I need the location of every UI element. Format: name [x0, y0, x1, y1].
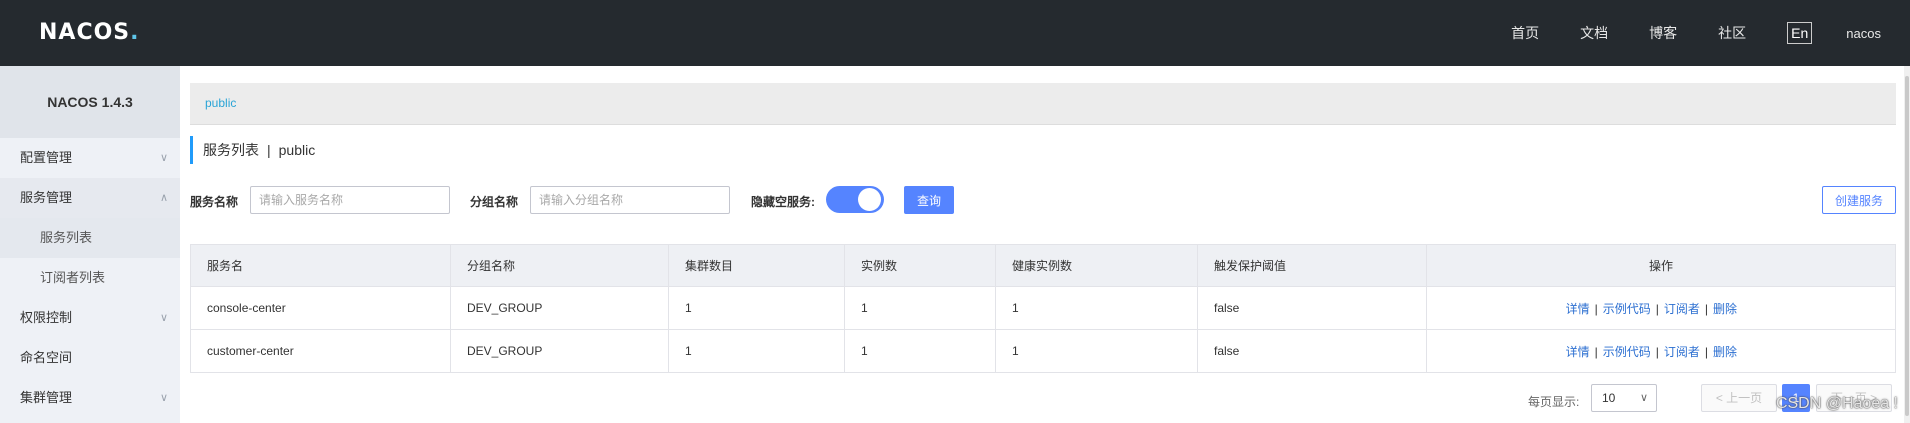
subscriber-link[interactable]: 订阅者 — [1664, 345, 1700, 359]
sidebar-item-label: 权限控制 — [20, 310, 73, 325]
header-threshold: 触发保护阈值 — [1197, 244, 1427, 287]
sidebar-item-service[interactable]: 服务管理 ∧ — [0, 178, 180, 218]
sidebar-item-label: 服务管理 — [20, 190, 73, 205]
per-page-label: 每页显示: — [1528, 395, 1580, 409]
namespace-tab-public[interactable]: public — [205, 96, 236, 110]
nav-blog[interactable]: 博客 — [1649, 23, 1677, 43]
hide-empty-label: 隐藏空服务: — [751, 195, 815, 209]
sidebar-item-namespace[interactable]: 命名空间 — [0, 338, 180, 378]
toggle-knob — [858, 188, 881, 211]
nav-docs[interactable]: 文档 — [1580, 23, 1608, 43]
cell-operations: 详情 | 示例代码 | 订阅者 | 删除 — [1426, 286, 1896, 330]
cell-cluster-count: 1 — [668, 286, 845, 330]
per-page-value: 10 — [1602, 391, 1616, 405]
detail-link[interactable]: 详情 — [1566, 302, 1590, 316]
detail-link[interactable]: 详情 — [1566, 345, 1590, 359]
cell-healthy-count: 1 — [995, 286, 1198, 330]
group-name-label: 分组名称 — [470, 195, 519, 209]
nav-home[interactable]: 首页 — [1511, 23, 1539, 43]
op-separator: | — [1655, 301, 1659, 316]
delete-link[interactable]: 删除 — [1713, 345, 1737, 359]
sidebar-item-auth[interactable]: 权限控制 ∨ — [0, 298, 180, 338]
op-separator: | — [1704, 301, 1708, 316]
group-name-input[interactable] — [530, 186, 730, 214]
service-name-input[interactable] — [250, 186, 450, 214]
top-navbar: NACOS. 首页 文档 博客 社区 En nacos — [0, 0, 1910, 66]
sidebar: NACOS 1.4.3 配置管理 ∨ 服务管理 ∧ 服务列表 订阅者列表 权限控… — [0, 66, 180, 423]
sidebar-item-subscriber-list[interactable]: 订阅者列表 — [0, 258, 180, 298]
query-button[interactable]: 查询 — [904, 186, 954, 214]
op-separator: | — [1594, 344, 1598, 359]
pagination: 每页显示: 10 ∨ < 上一页 1 下一页 > — [180, 384, 1910, 416]
prev-page-button[interactable]: < 上一页 — [1701, 384, 1777, 412]
cell-group-name: DEV_GROUP — [450, 329, 669, 373]
chevron-down-icon: ∨ — [159, 152, 168, 164]
sidebar-item-config[interactable]: 配置管理 ∨ — [0, 138, 180, 178]
op-separator: | — [1594, 301, 1598, 316]
per-page-select[interactable]: 10 ∨ — [1591, 384, 1657, 412]
cell-service-name: console-center — [190, 286, 451, 330]
cell-threshold: false — [1197, 329, 1427, 373]
delete-link[interactable]: 删除 — [1713, 302, 1737, 316]
nacos-logo[interactable]: NACOS. — [39, 20, 140, 45]
service-name-label: 服务名称 — [190, 195, 239, 209]
page-scrollbar[interactable] — [1904, 66, 1910, 423]
cell-cluster-count: 1 — [668, 329, 845, 373]
sample-code-link[interactable]: 示例代码 — [1603, 345, 1651, 359]
chevron-down-icon: ∨ — [159, 392, 168, 404]
filter-bar: 服务名称 分组名称 隐藏空服务: 查询 创建服务 — [190, 186, 1896, 216]
create-service-button[interactable]: 创建服务 — [1822, 186, 1896, 214]
op-separator: | — [1704, 344, 1708, 359]
header-group-name: 分组名称 — [450, 244, 669, 287]
table-row: customer-center DEV_GROUP 1 1 1 false 详情… — [190, 329, 1896, 373]
cell-instance-count: 1 — [844, 286, 996, 330]
scrollbar-thumb[interactable] — [1905, 76, 1909, 416]
watermark: CSDN @Haoea ! — [1775, 395, 1898, 412]
main-content: public 服务列表 | public 服务名称 分组名称 隐藏空服务: 查询… — [180, 66, 1910, 423]
language-switch-button[interactable]: En — [1787, 22, 1813, 44]
namespace-bar: public — [190, 83, 1896, 125]
header-instance-count: 实例数 — [844, 244, 996, 287]
service-table: 服务名 分组名称 集群数目 实例数 健康实例数 触发保护阈值 操作 consol… — [190, 244, 1896, 373]
sample-code-link[interactable]: 示例代码 — [1603, 302, 1651, 316]
cell-instance-count: 1 — [844, 329, 996, 373]
page-title: 服务列表 | public — [190, 136, 315, 164]
chevron-down-icon: ∨ — [159, 312, 168, 324]
table-header-row: 服务名 分组名称 集群数目 实例数 健康实例数 触发保护阈值 操作 — [190, 244, 1896, 287]
op-separator: | — [1655, 344, 1659, 359]
cell-service-name: customer-center — [190, 329, 451, 373]
cell-threshold: false — [1197, 286, 1427, 330]
sidebar-item-cluster[interactable]: 集群管理 ∨ — [0, 378, 180, 418]
cell-group-name: DEV_GROUP — [450, 286, 669, 330]
sidebar-version: NACOS 1.4.3 — [0, 66, 180, 138]
sidebar-item-label: 配置管理 — [20, 150, 73, 165]
page-title-namespace: public — [278, 142, 316, 158]
header-operations: 操作 — [1426, 244, 1896, 287]
page-title-text: 服务列表 — [203, 142, 259, 158]
header-cluster-count: 集群数目 — [668, 244, 845, 287]
subscriber-link[interactable]: 订阅者 — [1664, 302, 1700, 316]
header-service-name: 服务名 — [190, 244, 451, 287]
sidebar-item-service-list[interactable]: 服务列表 — [0, 218, 180, 258]
cell-healthy-count: 1 — [995, 329, 1198, 373]
table-row: console-center DEV_GROUP 1 1 1 false 详情 |… — [190, 286, 1896, 330]
chevron-up-icon: ∧ — [159, 192, 168, 204]
sidebar-item-label: 集群管理 — [20, 390, 73, 405]
sidebar-item-label: 命名空间 — [20, 350, 73, 365]
cell-operations: 详情 | 示例代码 | 订阅者 | 删除 — [1426, 329, 1896, 373]
title-separator: | — [267, 142, 271, 158]
chevron-down-icon: ∨ — [1639, 392, 1648, 404]
header-healthy-count: 健康实例数 — [995, 244, 1198, 287]
user-menu[interactable]: nacos — [1846, 26, 1881, 41]
nav-community[interactable]: 社区 — [1718, 23, 1746, 43]
hide-empty-toggle[interactable] — [826, 186, 884, 213]
top-nav: 首页 文档 博客 社区 En nacos — [1511, 0, 1910, 66]
